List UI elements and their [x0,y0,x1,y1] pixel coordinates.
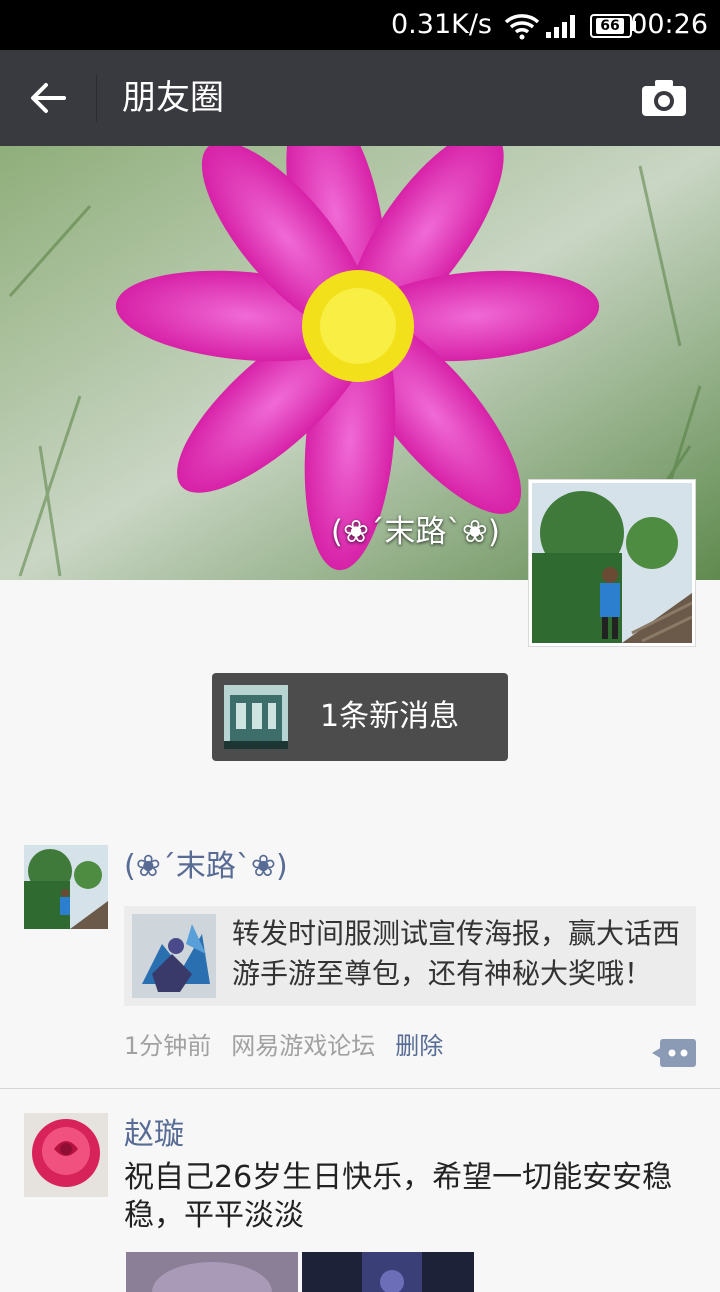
new-message-banner[interactable]: 1条新消息 [212,673,508,761]
wifi-icon [504,14,540,40]
back-arrow-icon[interactable] [26,76,70,120]
comment-icon[interactable] [652,1037,696,1069]
new-message-label: 1条新消息 [320,699,460,734]
shared-link-text: 转发时间服测试宣传海报，赢大话西游手游至尊包，还有神秘大奖哦！ [232,917,681,990]
camera-icon[interactable] [640,78,688,118]
page-title: 朋友圈 [122,78,224,118]
battery-level: 66 [596,18,624,34]
post-avatar[interactable] [24,845,108,929]
clock: 00:26 [630,9,708,40]
cover-user-name: (❀´末路`❀) [330,514,500,550]
delete-button[interactable]: 删除 [395,1032,443,1060]
post-text: 祝自己26岁生日快乐，希望一切能安安稳稳，平平淡淡 [124,1160,673,1233]
my-avatar[interactable] [528,479,696,647]
shared-link-card[interactable]: 转发时间服测试宣传海报，赢大话西游手游至尊包，还有神秘大奖哦！ [124,906,696,1006]
post-author-name[interactable]: (❀´末路`❀) [124,847,288,887]
shared-link-thumbnail [132,914,216,998]
post-meta: 1分钟前 网易游戏论坛 删除 [124,1029,443,1063]
new-message-avatar [224,685,288,749]
network-speed: 0.31K/s [391,9,492,40]
post-time: 1分钟前 [124,1032,212,1060]
signal-icon [546,15,575,38]
app-bar-divider [96,74,97,122]
post-divider [0,1088,720,1089]
avatar-image [532,483,692,643]
battery-icon: 66 [590,14,636,38]
post-photo[interactable] [302,1252,474,1292]
status-bar: 0.31K/s 66 00:26 [0,0,720,50]
post-photo[interactable] [126,1252,298,1292]
app-bar: 朋友圈 [0,50,720,146]
post-author-name[interactable]: 赵璇 [124,1115,184,1155]
post-avatar[interactable] [24,1113,108,1197]
post-source[interactable]: 网易游戏论坛 [231,1032,375,1060]
